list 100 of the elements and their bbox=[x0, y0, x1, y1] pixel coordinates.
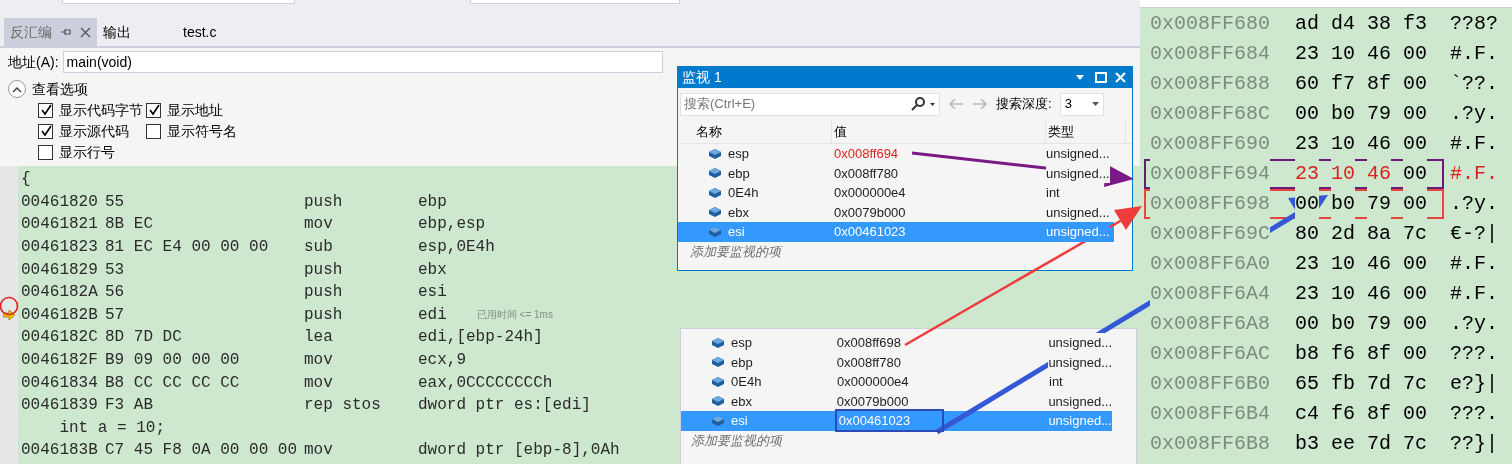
checkbox[interactable] bbox=[38, 123, 53, 139]
instruction-address: 0046183B bbox=[21, 440, 99, 462]
pin-icon[interactable] bbox=[60, 27, 72, 37]
variable-icon bbox=[711, 395, 725, 408]
variable-name: ebx bbox=[731, 392, 753, 411]
variable-value: 0x008ff780 bbox=[833, 164, 900, 183]
variable-value: 0x0079b000 bbox=[833, 203, 907, 222]
instruction-address: 00461839 bbox=[21, 395, 99, 417]
memory-byte: 23 bbox=[1295, 159, 1320, 189]
variable-name: esp bbox=[728, 145, 750, 163]
memory-byte: b0 bbox=[1331, 189, 1356, 219]
instruction-address: 00461820 bbox=[21, 191, 99, 213]
source-line: { bbox=[21, 169, 31, 191]
variable-value: 0x008ff780 bbox=[835, 353, 902, 372]
memory-byte: 00 bbox=[1295, 189, 1320, 219]
source-line: int a = 10; bbox=[58, 417, 166, 439]
code-bytes: 56 bbox=[105, 282, 126, 304]
address-label: 地址(A): bbox=[8, 52, 59, 72]
window-title: 监视 1 bbox=[682, 68, 722, 87]
mnemonic: rep stos bbox=[304, 395, 382, 417]
checkbox-label: 显示行号 bbox=[59, 142, 115, 162]
checkbox-label: 显示符号名 bbox=[167, 121, 237, 141]
variable-icon bbox=[711, 414, 725, 427]
mnemonic: mov bbox=[304, 214, 334, 236]
collapse-icon[interactable] bbox=[8, 80, 26, 98]
tab[interactable]: 输出 bbox=[97, 18, 137, 46]
variable-name: 0E4h bbox=[728, 184, 760, 202]
add-watch-placeholder[interactable]: 添加要监视的项 bbox=[678, 241, 781, 262]
operands: edi,[ebp-24h] bbox=[418, 327, 543, 349]
operands: esi bbox=[418, 282, 447, 304]
operands: eax,0CCCCCCCCh bbox=[418, 372, 553, 394]
operands: edi bbox=[418, 304, 447, 326]
mnemonic: mov bbox=[304, 350, 334, 372]
operands: esp,0E4h bbox=[418, 237, 495, 259]
depth-label: 搜索深度: bbox=[996, 95, 1052, 114]
operands: ebp,esp bbox=[418, 214, 486, 236]
add-watch-placeholder[interactable]: 添加要监视的项 bbox=[681, 430, 782, 451]
memory-address: 0x008FF6A0 bbox=[1150, 249, 1271, 279]
variable-icon bbox=[708, 225, 722, 238]
depth-dropdown[interactable]: 3 bbox=[1059, 92, 1104, 116]
variable-value: 0x00461023 bbox=[834, 409, 945, 433]
code-bytes: 55 bbox=[105, 191, 126, 213]
instruction-address: 0046182F bbox=[21, 350, 99, 372]
tab[interactable]: test.c bbox=[177, 18, 223, 46]
variable-name: esi bbox=[728, 223, 746, 241]
checkbox-label: 显示地址 bbox=[167, 100, 223, 120]
checkbox[interactable] bbox=[146, 123, 161, 139]
variable-value: 0x000000e4 bbox=[833, 184, 907, 202]
code-bytes: 57 bbox=[105, 304, 126, 326]
variable-name: esp bbox=[731, 334, 753, 352]
code-bytes: F3 AB bbox=[105, 395, 154, 417]
variable-icon bbox=[711, 336, 725, 349]
variable-type: unsigned... bbox=[1048, 333, 1112, 353]
operands: dword ptr [ebp-8],0Ah bbox=[418, 440, 620, 462]
column-header[interactable]: 名称 bbox=[694, 119, 832, 144]
mnemonic: lea bbox=[304, 327, 334, 349]
variable-icon bbox=[708, 186, 722, 199]
mnemonic: push bbox=[304, 259, 344, 281]
variable-icon bbox=[708, 167, 722, 180]
variable-icon bbox=[711, 356, 725, 369]
checkbox[interactable] bbox=[38, 102, 53, 118]
memory-byte: 46 bbox=[1367, 159, 1392, 189]
variable-name: 0E4h bbox=[731, 373, 763, 391]
instruction-address: 00461821 bbox=[21, 214, 99, 236]
variable-value: 0x00461023 bbox=[833, 223, 907, 241]
memory-address: 0x008FF698 bbox=[1150, 189, 1271, 219]
search-icon[interactable] bbox=[910, 97, 936, 111]
code-bytes: B9 09 00 00 00 bbox=[105, 350, 241, 372]
close-icon[interactable] bbox=[80, 26, 91, 38]
input-field[interactable] bbox=[1140, 0, 1512, 8]
variable-type: unsigned... bbox=[1046, 163, 1110, 183]
variable-name: ebx bbox=[728, 203, 750, 222]
checkbox-label: 显示代码字节 bbox=[59, 100, 143, 120]
operands: dword ptr es:[edi] bbox=[418, 395, 591, 417]
checkbox[interactable] bbox=[146, 102, 161, 118]
checkbox-label: 显示源代码 bbox=[59, 121, 129, 141]
variable-name: esi bbox=[731, 412, 749, 430]
caret-icon bbox=[1091, 102, 1099, 106]
window-controls-icon[interactable] bbox=[1074, 71, 1128, 84]
input-field[interactable] bbox=[470, 0, 680, 4]
column-header[interactable]: 值 bbox=[832, 119, 1046, 144]
column-header[interactable]: 类型 bbox=[1046, 119, 1126, 144]
input-field[interactable] bbox=[62, 0, 295, 4]
mnemonic: mov bbox=[304, 440, 334, 462]
section-title: 查看选项 bbox=[32, 79, 88, 99]
address-field[interactable]: main(void) bbox=[62, 51, 663, 73]
code-bytes: 8B EC bbox=[105, 214, 154, 236]
memory-byte: 00 bbox=[1403, 159, 1428, 189]
operands: ebx bbox=[418, 259, 447, 281]
mnemonic: mov bbox=[304, 372, 334, 394]
checkbox[interactable] bbox=[38, 144, 53, 160]
variable-type: unsigned... bbox=[1046, 222, 1110, 242]
variable-value: 0x008ff694 bbox=[833, 145, 900, 163]
tab[interactable]: 反汇编 bbox=[4, 18, 97, 46]
operands: ebp bbox=[418, 191, 447, 213]
variable-value: 0x0079b000 bbox=[835, 392, 910, 411]
memory-byte: 00 bbox=[1403, 189, 1428, 219]
mnemonic: push bbox=[304, 191, 344, 213]
instruction-address: 00461823 bbox=[21, 237, 99, 259]
search-field[interactable]: 搜索(Ctrl+E) bbox=[680, 92, 940, 116]
